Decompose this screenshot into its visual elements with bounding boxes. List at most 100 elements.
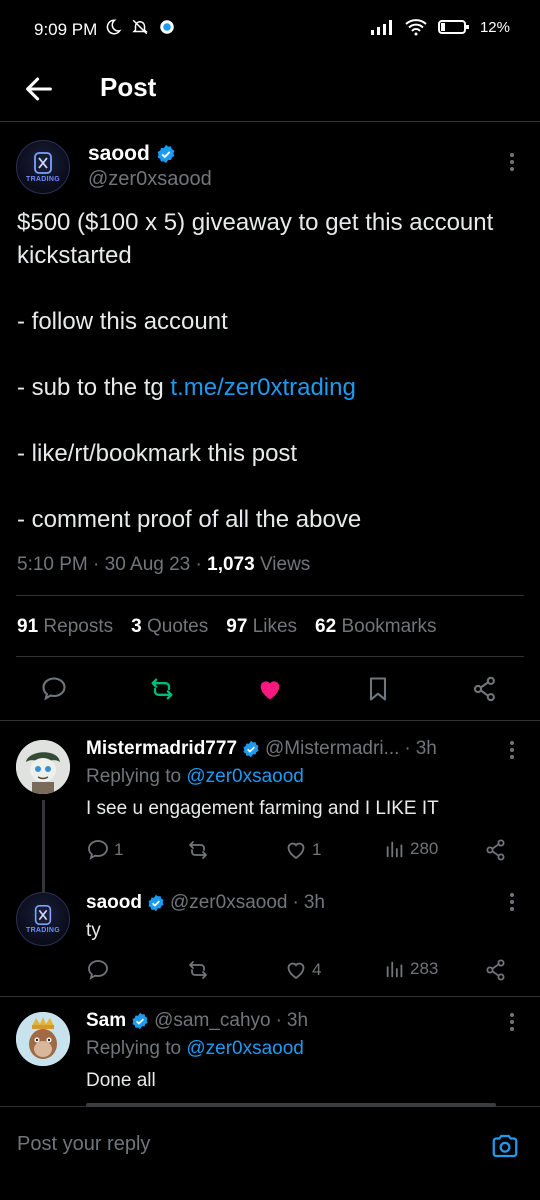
- likes-stat[interactable]: 97 Likes: [226, 616, 297, 638]
- more-options-icon[interactable]: [502, 738, 522, 762]
- divider: [16, 656, 524, 657]
- replying-label: Replying to: [86, 1038, 182, 1059]
- wifi-icon: [405, 19, 427, 36]
- bookmark-icon: [369, 677, 387, 701]
- reply-header: saood @zer0xsaood · 3h: [86, 892, 325, 914]
- heart-icon: [287, 842, 305, 860]
- repost-button[interactable]: [186, 838, 210, 862]
- reply-author-handle[interactable]: @Mistermadri...: [265, 738, 399, 760]
- views-button[interactable]: 283: [384, 958, 438, 980]
- separator-dot: ·: [404, 738, 411, 759]
- reply-composer[interactable]: Post your reply: [0, 1103, 540, 1200]
- quotes-stat[interactable]: 3 Quotes: [131, 616, 208, 638]
- back-arrow-icon[interactable]: [22, 72, 56, 106]
- separator-dot: ·: [275, 1010, 282, 1031]
- battery-percent: 12%: [479, 18, 510, 36]
- reposts-label: Reposts: [43, 616, 114, 637]
- battery-icon: [437, 20, 469, 34]
- like-count: 1: [312, 840, 322, 859]
- page-title: Post: [100, 72, 157, 102]
- bookmark-button[interactable]: [363, 674, 393, 704]
- share-icon: [473, 676, 495, 702]
- reply-text: ty: [86, 920, 101, 941]
- likes-label: Likes: [252, 616, 298, 637]
- reposts-count: 91: [17, 616, 39, 637]
- status-icons-right: 12%: [370, 18, 510, 36]
- author-name-row[interactable]: saood: [88, 142, 176, 166]
- views-count: 1,073: [207, 554, 255, 575]
- reply-age: 3h: [415, 738, 437, 759]
- post-date: 30 Aug 23: [104, 554, 191, 575]
- telegram-link[interactable]: t.me/zer0xtrading: [170, 374, 355, 401]
- media-preview-edge: [86, 1103, 496, 1107]
- views-chart-icon: [386, 841, 403, 858]
- reply-author-name[interactable]: saood: [86, 892, 142, 914]
- repost-button[interactable]: [186, 958, 210, 982]
- reply-item[interactable]: Sam @sam_cahyo · 3h Replying to @zer0xsa…: [0, 996, 540, 1106]
- replying-to-handle[interactable]: @zer0xsaood: [186, 766, 304, 787]
- post-time: 5:10 PM: [17, 554, 88, 575]
- heart-icon: [287, 962, 305, 980]
- avatar-tag: TRADING: [26, 927, 60, 934]
- avatar[interactable]: TRADING: [16, 140, 70, 194]
- post-actions: [0, 670, 540, 714]
- replying-to: Replying to @zer0xsaood: [86, 1038, 304, 1060]
- repost-icon: [189, 961, 207, 979]
- more-options-icon[interactable]: [502, 150, 522, 174]
- logo-icon: [34, 905, 52, 925]
- ape-avatar-icon: [16, 1012, 70, 1066]
- views-count: 283: [410, 959, 439, 978]
- share-button[interactable]: [470, 674, 500, 704]
- bookmarks-stat[interactable]: 62 Bookmarks: [315, 616, 436, 638]
- reply-header: Mistermadrid777 @Mistermadri... · 3h: [86, 738, 437, 760]
- replying-to: Replying to @zer0xsaood: [86, 766, 304, 788]
- repost-button[interactable]: [147, 674, 177, 704]
- reposts-stat[interactable]: 91 Reposts: [17, 616, 113, 638]
- share-icon: [486, 959, 505, 981]
- share-button[interactable]: [484, 958, 508, 982]
- views-chart-icon: [386, 961, 403, 978]
- post-header: Post: [0, 62, 540, 122]
- like-button[interactable]: [255, 674, 285, 704]
- bookmarks-label: Bookmarks: [341, 616, 437, 637]
- reply-author-handle[interactable]: @zer0xsaood: [170, 892, 288, 914]
- author-handle[interactable]: @zer0xsaood: [88, 168, 212, 191]
- views-label: Views: [259, 554, 311, 575]
- post-meta: 5:10 PM · 30 Aug 23 · 1,073 Views: [17, 554, 311, 575]
- like-button[interactable]: 1: [284, 838, 321, 862]
- verified-badge-icon: [132, 1012, 148, 1030]
- views-button[interactable]: 280: [384, 838, 438, 860]
- reply-author-handle[interactable]: @sam_cahyo: [154, 1010, 270, 1032]
- like-button[interactable]: 4: [284, 958, 321, 982]
- more-options-icon[interactable]: [502, 1010, 522, 1034]
- reply-item[interactable]: TRADING saood @zer0xsaood · 3h ty 4 283: [0, 876, 540, 996]
- reply-actions: 1 1 280: [86, 838, 516, 864]
- app-notification-icon: [160, 20, 174, 34]
- reply-button[interactable]: [86, 958, 110, 982]
- cartoon-avatar-icon: [16, 740, 70, 794]
- post-line-text: - sub to the tg: [17, 374, 171, 401]
- reply-item[interactable]: Mistermadrid777 @Mistermadri... · 3h Rep…: [0, 722, 540, 892]
- reply-header: Sam @sam_cahyo · 3h: [86, 1010, 308, 1032]
- reply-icon: [88, 960, 108, 980]
- reply-input[interactable]: Post your reply: [17, 1133, 150, 1156]
- avatar[interactable]: [16, 740, 70, 794]
- reply-author-name[interactable]: Sam: [86, 1010, 126, 1032]
- replying-label: Replying to: [86, 766, 182, 787]
- camera-icon[interactable]: [490, 1131, 520, 1161]
- reply-button[interactable]: 1: [86, 838, 123, 862]
- status-bar: 9:09 PM 12%: [0, 0, 540, 62]
- avatar[interactable]: [16, 1012, 70, 1066]
- author-name: saood: [88, 142, 150, 165]
- replying-to-handle[interactable]: @zer0xsaood: [186, 1038, 304, 1059]
- reply-author-name[interactable]: Mistermadrid777: [86, 738, 237, 760]
- post-text: $500 ($100 x 5) giveaway to get this acc…: [17, 206, 517, 536]
- share-button[interactable]: [484, 838, 508, 862]
- avatar[interactable]: TRADING: [16, 892, 70, 946]
- verified-badge-icon: [243, 740, 259, 758]
- verified-badge-icon: [157, 144, 175, 164]
- divider: [0, 720, 540, 721]
- more-options-icon[interactable]: [502, 890, 522, 914]
- like-count: 4: [312, 960, 322, 979]
- reply-button[interactable]: [39, 674, 69, 704]
